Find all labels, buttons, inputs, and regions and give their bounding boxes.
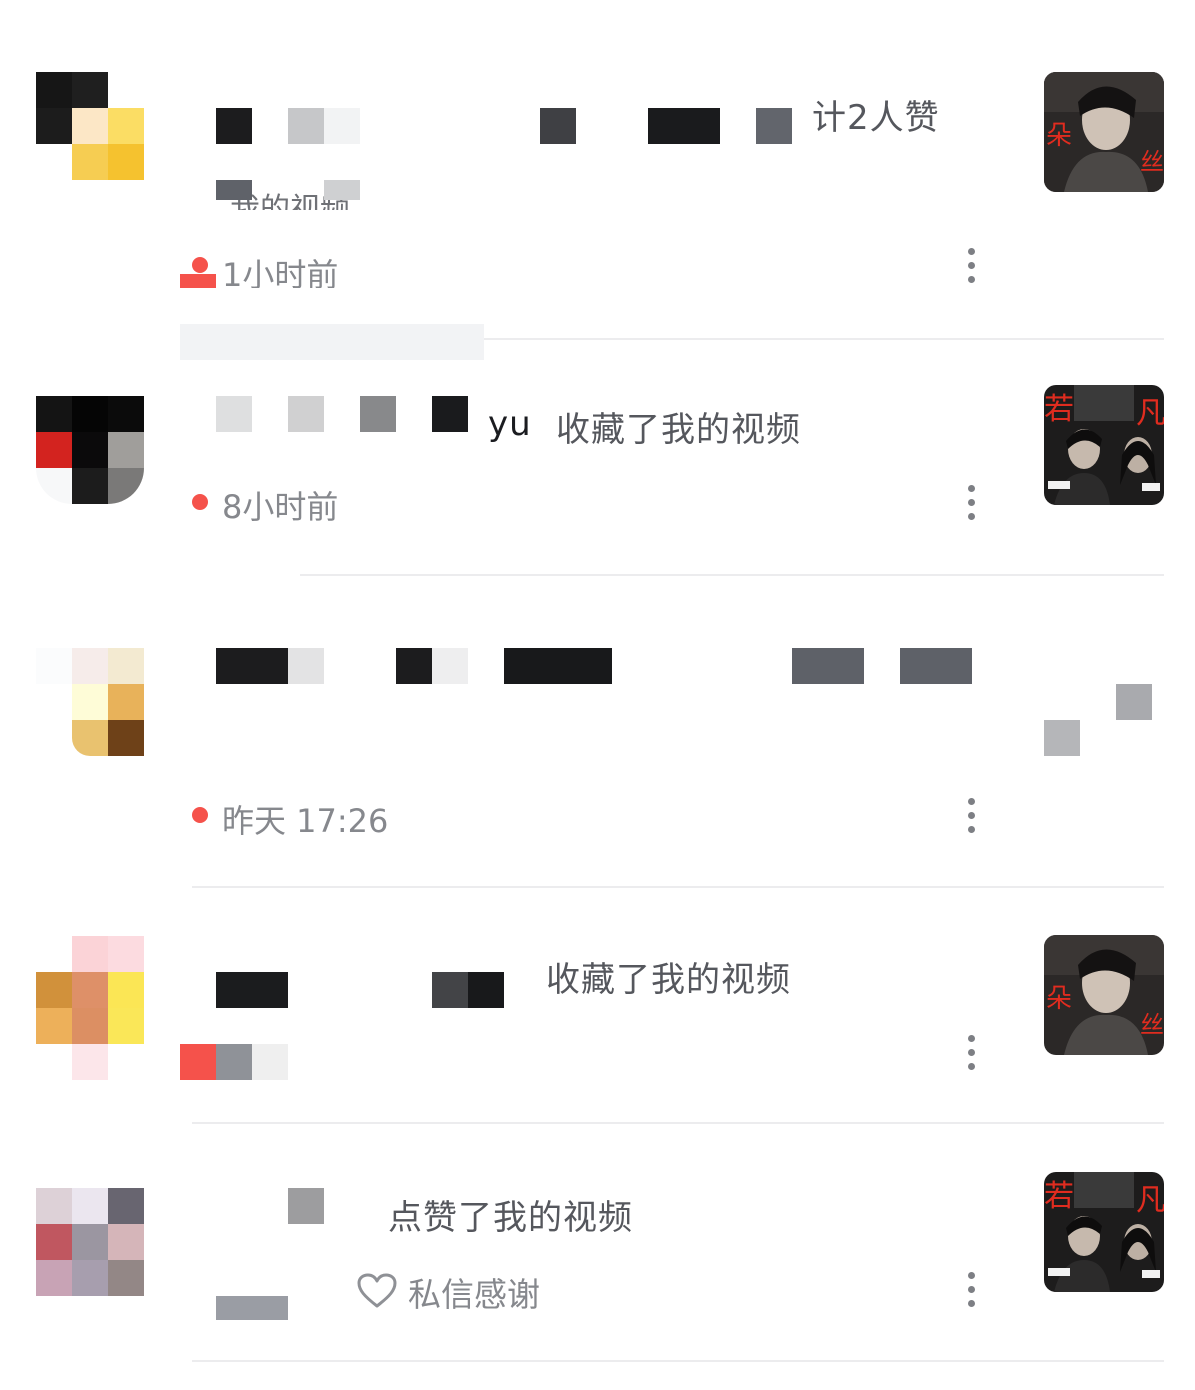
video-thumbnail[interactable]: 朵 丝: [1044, 72, 1164, 192]
svg-text:凡: 凡: [1136, 1183, 1164, 1218]
svg-text:丝: 丝: [1140, 1011, 1164, 1039]
thank-message-button[interactable]: 私信感谢: [356, 1268, 566, 1314]
avatar[interactable]: [36, 936, 144, 1080]
svg-text:朵: 朵: [1046, 121, 1072, 151]
user-name-suffix[interactable]: yu: [488, 404, 532, 444]
divider: [192, 886, 1164, 888]
video-thumbnail[interactable]: 朵 丝: [1044, 935, 1164, 1055]
avatar[interactable]: [36, 648, 144, 756]
more-vertical-icon[interactable]: [968, 485, 976, 521]
svg-text:丝: 丝: [1140, 148, 1164, 176]
time-text: 昨天 17:26: [222, 802, 389, 840]
video-cover-icon: 若 凡: [1044, 1172, 1164, 1292]
video-cover-icon: 若 凡: [1044, 385, 1164, 505]
heart-outline-icon: [357, 1273, 397, 1308]
svg-text:凡: 凡: [1136, 396, 1164, 431]
avatar[interactable]: [36, 396, 144, 504]
divider: [300, 574, 1164, 576]
unread-dot: [192, 257, 208, 273]
unread-dot: [192, 494, 208, 510]
action-text: 计2人赞: [812, 98, 940, 138]
more-vertical-icon[interactable]: [968, 248, 976, 284]
video-thumbnail[interactable]: 若 凡: [1044, 1172, 1164, 1292]
thank-message-label: 私信感谢: [408, 1275, 540, 1314]
avatar[interactable]: [36, 72, 144, 180]
action-text: 收藏了我的视频: [546, 960, 791, 1000]
more-vertical-icon[interactable]: [968, 798, 976, 834]
avatar[interactable]: [36, 1188, 144, 1296]
divider: [192, 1122, 1164, 1124]
divider: [484, 338, 1164, 340]
time-text: 8小时前: [222, 488, 339, 526]
svg-text:若: 若: [1044, 1179, 1074, 1214]
time-redacted: [216, 1296, 288, 1320]
video-cover-icon: 朵 丝: [1044, 72, 1164, 192]
action-text: 收藏了我的视频: [556, 410, 801, 450]
time-row: 1小时前: [180, 250, 420, 288]
unread-dot: [192, 807, 208, 823]
video-thumbnail[interactable]: 若 凡: [1044, 385, 1164, 505]
sub-text: 我的视频: [200, 178, 420, 210]
redacted-block: [180, 324, 484, 360]
more-vertical-icon[interactable]: [968, 1272, 976, 1308]
svg-text:朵: 朵: [1046, 984, 1072, 1014]
more-vertical-icon[interactable]: [968, 1035, 976, 1071]
video-cover-icon: 朵 丝: [1044, 935, 1164, 1055]
svg-text:若: 若: [1044, 392, 1074, 427]
divider: [192, 1360, 1164, 1362]
action-text: 点赞了我的视频: [388, 1198, 633, 1238]
